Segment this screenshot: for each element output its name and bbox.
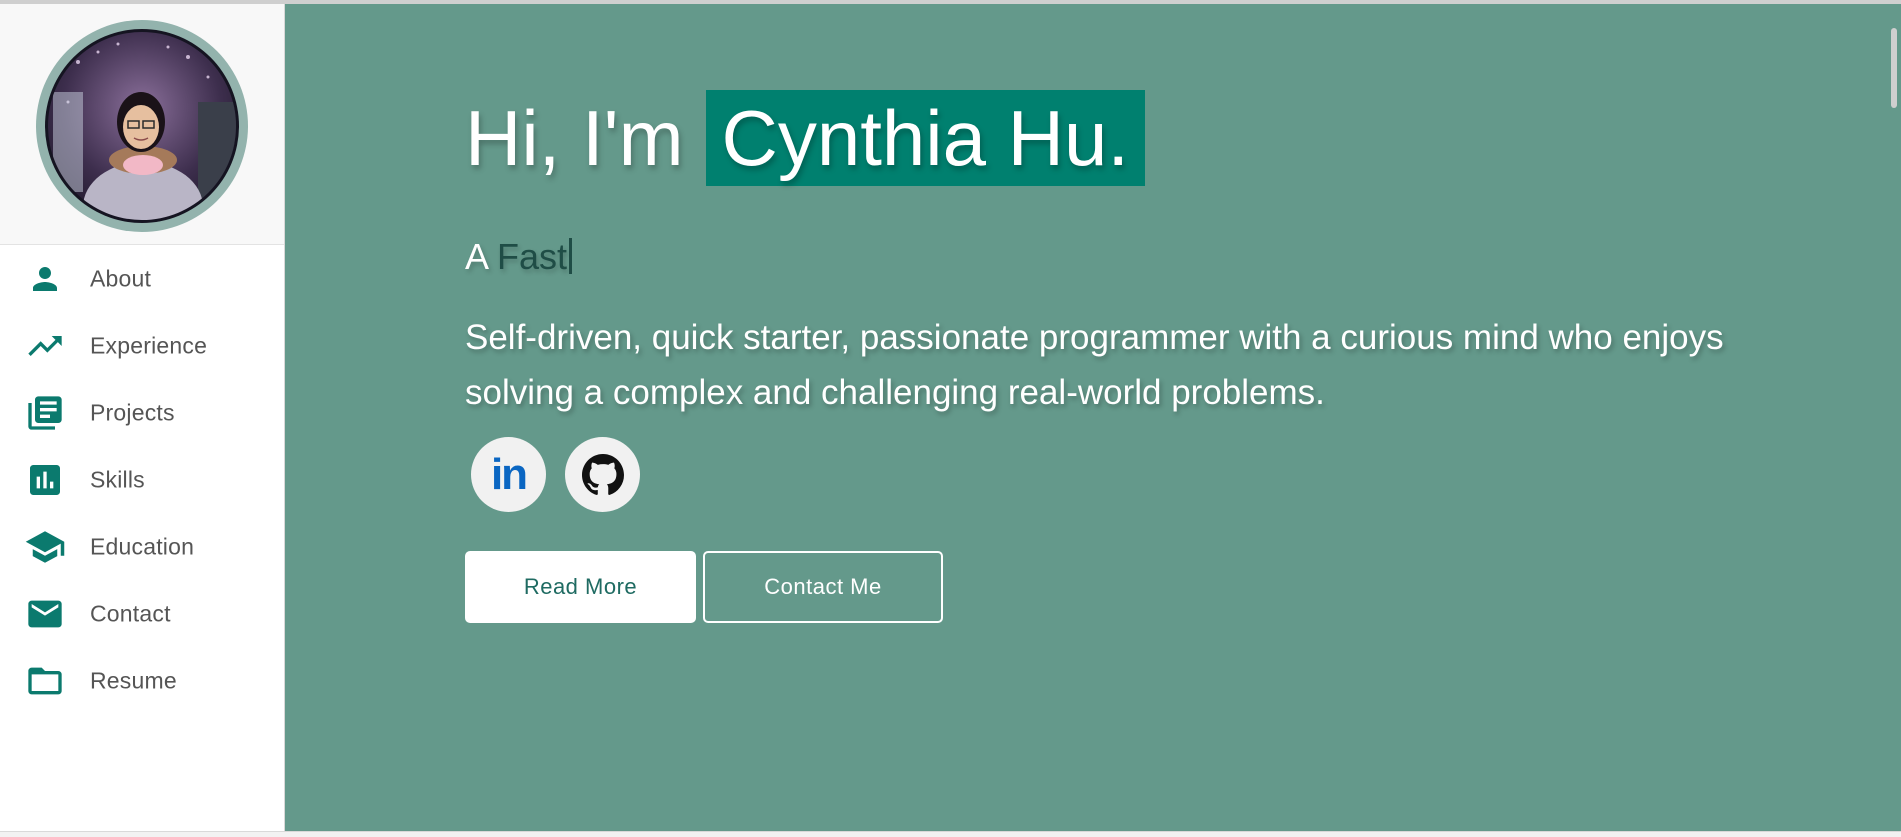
sidebar-item-resume[interactable]: Resume xyxy=(0,647,284,714)
avatar xyxy=(36,20,248,232)
sidebar-nav: About Experience Projects Skills Educati… xyxy=(0,245,284,714)
person-icon xyxy=(24,258,66,300)
sidebar-item-label: Skills xyxy=(90,466,145,492)
linkedin-button[interactable]: in xyxy=(471,437,546,512)
social-links: in xyxy=(471,437,640,512)
sidebar-item-about[interactable]: About xyxy=(0,245,284,312)
profile-photo xyxy=(48,32,236,220)
sidebar-item-label: Contact xyxy=(90,600,171,626)
trending-up-icon xyxy=(24,325,66,367)
sidebar-item-label: About xyxy=(90,265,152,291)
linkedin-icon: in xyxy=(490,449,528,499)
sidebar-item-projects[interactable]: Projects xyxy=(0,379,284,446)
hero-section: Hi, I'm Cynthia Hu. A Fast Self-driven, … xyxy=(285,4,1901,831)
bar-chart-icon xyxy=(24,459,66,501)
github-icon xyxy=(581,453,624,495)
sidebar-item-experience[interactable]: Experience xyxy=(0,312,284,379)
sidebar-item-label: Experience xyxy=(90,332,208,358)
greeting-prefix: Hi, I'm xyxy=(465,93,684,182)
contact-me-button[interactable]: Contact Me xyxy=(703,551,943,623)
sidebar-item-label: Projects xyxy=(90,399,175,425)
sidebar-item-label: Education xyxy=(90,533,195,559)
tagline-prefix: A xyxy=(465,236,488,277)
mail-icon xyxy=(24,593,66,635)
sidebar-item-contact[interactable]: Contact xyxy=(0,580,284,647)
scrollbar-thumb[interactable] xyxy=(1891,28,1897,108)
typed-tagline: A Fast xyxy=(465,236,573,278)
tagline-word: Fast xyxy=(497,236,568,277)
sidebar-item-skills[interactable]: Skills xyxy=(0,446,284,513)
github-button[interactable] xyxy=(565,437,640,512)
sidebar: About Experience Projects Skills Educati… xyxy=(0,4,285,831)
folder-icon xyxy=(24,660,66,702)
typing-cursor xyxy=(569,238,573,274)
bio-text: Self-driven, quick starter, passionate p… xyxy=(465,318,1724,412)
page-title: Hi, I'm Cynthia Hu. xyxy=(465,90,1146,186)
window-bottom-border xyxy=(0,831,1901,837)
sidebar-item-label: Resume xyxy=(90,667,177,693)
sidebar-item-education[interactable]: Education xyxy=(0,513,284,580)
profile-section xyxy=(0,4,284,245)
name-highlight: Cynthia Hu. xyxy=(705,90,1146,186)
read-more-button[interactable]: Read More xyxy=(465,551,696,623)
graduation-cap-icon xyxy=(24,526,66,568)
library-books-icon xyxy=(24,392,66,434)
